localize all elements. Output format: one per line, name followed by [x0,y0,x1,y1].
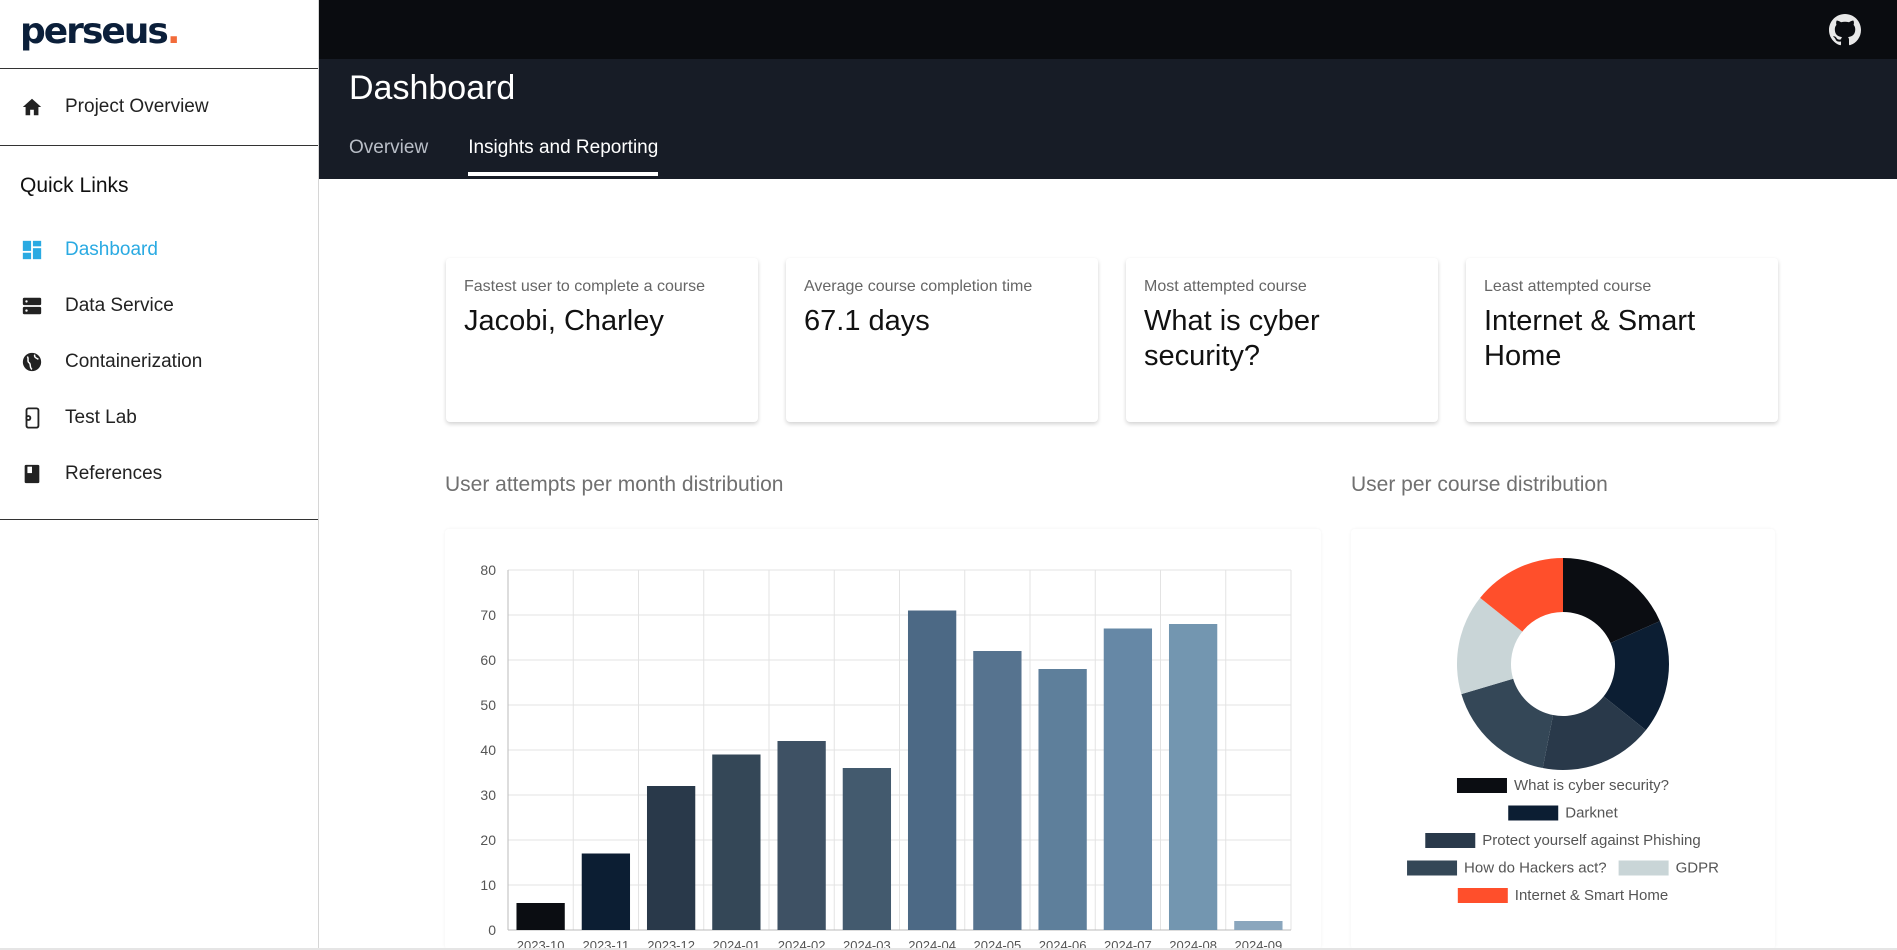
globe-icon [20,350,44,374]
y-tick-label: 0 [488,922,496,938]
y-tick-label: 60 [480,652,496,668]
legend-swatch[interactable] [1618,860,1669,876]
sidebar-item-data-service[interactable]: Data Service [0,278,318,334]
donut-slice[interactable] [1461,678,1554,769]
stat-card-most-attempted: Most attempted course What is cyber secu… [1126,258,1438,422]
y-tick-label: 50 [480,697,496,713]
stat-card-average-time: Average course completion time 67.1 days [786,258,1098,422]
bar[interactable] [1103,628,1153,931]
bar[interactable] [777,741,826,930]
legend-label[interactable]: Protect yourself against Phishing [1482,832,1700,849]
bar[interactable] [973,651,1022,930]
y-tick-label: 40 [480,742,496,758]
card-label: Average course completion time [804,278,1033,295]
page-title: Dashboard [349,69,516,107]
legend-label[interactable]: What is cyber security? [1514,777,1669,794]
bar[interactable] [907,610,957,931]
tab-overview[interactable]: Overview [349,137,428,173]
legend-label[interactable]: How do Hackers act? [1464,860,1607,877]
logo-text: perseus. [20,11,180,52]
donut-chart-title: User per course distribution [1351,473,1608,496]
legend-label[interactable]: Internet & Smart Home [1515,887,1668,904]
book-icon [20,462,44,486]
tabs: Overview Insights and Reporting [349,137,698,176]
dashboard-icon [20,238,44,262]
card-value: Jacobi, Charley [464,305,664,337]
card-value: Internet & Smart Home [1484,305,1696,372]
legend-swatch[interactable] [1508,805,1559,821]
logo[interactable]: perseus. [0,0,318,69]
bar[interactable] [581,853,631,931]
main-content: Fastest user to complete a course Jacobi… [319,179,1897,950]
card-label: Most attempted course [1144,278,1307,295]
sidebar-item-test-lab[interactable]: Test Lab [0,390,318,446]
y-tick-label: 20 [480,832,496,848]
home-icon [20,95,44,119]
bar[interactable] [1038,669,1087,930]
sidebar-item-containerization[interactable]: Containerization [0,334,318,390]
phone-settings-icon [20,406,44,430]
sidebar-item-references[interactable]: References [0,446,318,502]
top-bar [319,0,1897,59]
card-label: Least attempted course [1484,278,1652,295]
legend-swatch[interactable] [1407,860,1458,876]
legend-label[interactable]: GDPR [1676,860,1720,877]
bar[interactable] [842,768,892,930]
bar-chart-panel: 0 10 20 30 40 50 60 70 80 2023-10 2023-11 2023-12 20… [445,529,1321,950]
server-icon [20,294,44,318]
legend-swatch[interactable] [1457,888,1508,903]
legend-swatch[interactable] [1425,833,1476,848]
bar[interactable] [1234,921,1283,930]
donut-chart: What is cyber security? Darknet Protect yo… [1407,558,1720,904]
github-icon[interactable] [1829,14,1861,46]
sidebar: perseus. Project Overview Quick Links Da… [0,0,319,950]
sidebar-item-label: Containerization [65,351,203,372]
bar-chart-title: User attempts per month distribution [445,473,784,496]
y-tick-label: 80 [480,562,496,578]
bar[interactable] [1168,624,1218,930]
donut-chart-panel: What is cyber security? Darknet Protect yo… [1351,529,1775,950]
sidebar-item-label: Project Overview [65,96,209,117]
sidebar-item-label: Dashboard [65,239,158,260]
sidebar-item-dashboard[interactable]: Dashboard [0,222,318,278]
quick-links-title: Quick Links [20,174,129,197]
sidebar-item-label: Test Lab [65,407,137,428]
bar[interactable] [646,786,696,930]
stat-card-least-attempted: Least attempted course Internet & Smart … [1466,258,1778,422]
card-value: 67.1 days [804,305,930,337]
card-label: Fastest user to complete a course [464,278,705,295]
bar-chart: 010203040506070802023-10 2023-11 2023-12 20… [480,562,1292,950]
sidebar-item-label: References [65,463,163,484]
y-tick-label: 70 [480,607,496,623]
bar[interactable] [712,754,761,931]
card-value: What is cyber security? [1144,305,1320,372]
legend-label[interactable]: Darknet [1565,805,1618,822]
stat-card-fastest-user: Fastest user to complete a course Jacobi… [446,258,758,422]
tab-insights-and-reporting[interactable]: Insights and Reporting [468,137,659,176]
bar[interactable] [516,903,565,930]
y-tick-label: 30 [480,787,496,803]
quick-links: Quick Links Dashboard Data Service Conta… [0,146,318,520]
y-tick-label: 10 [480,877,496,893]
legend-swatch[interactable] [1456,778,1507,793]
page-header: Dashboard Overview Insights and Reportin… [319,59,1897,179]
sidebar-item-label: Data Service [65,295,174,316]
sidebar-item-project-overview[interactable]: Project Overview [0,69,318,146]
